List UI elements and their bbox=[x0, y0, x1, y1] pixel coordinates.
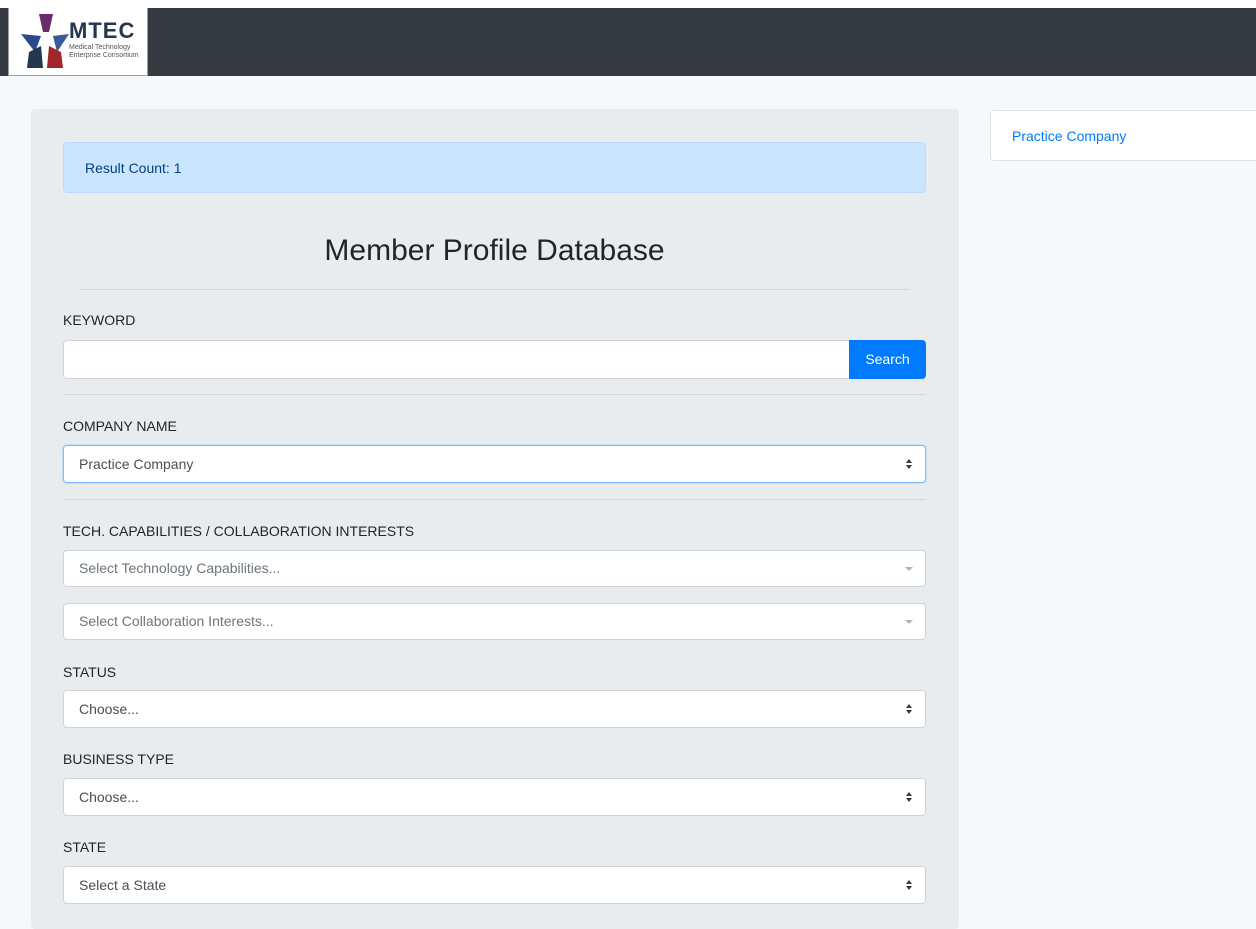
select-arrows-icon bbox=[906, 704, 912, 714]
chevron-down-icon bbox=[905, 566, 913, 571]
brand-title: MTEC bbox=[69, 18, 136, 43]
keyword-label: KEYWORD bbox=[63, 312, 136, 328]
brand-subtitle-line1: Medical Technology bbox=[69, 44, 131, 51]
page-title: Member Profile Database bbox=[324, 234, 665, 267]
select-arrows-icon bbox=[906, 880, 912, 890]
state-label: STATE bbox=[63, 839, 107, 855]
status-value: Choose... bbox=[79, 701, 139, 717]
select-arrows-icon bbox=[906, 792, 912, 802]
collaboration-interests-placeholder: Select Collaboration Interests... bbox=[79, 613, 274, 629]
result-item-link[interactable]: Practice Company bbox=[990, 110, 1256, 161]
top-navbar: MTEC Medical Technology Enterprise Conso… bbox=[0, 0, 1256, 76]
result-count-alert: Result Count: 1 bbox=[63, 142, 926, 193]
company-name-select[interactable]: Practice Company bbox=[63, 445, 926, 483]
brand-subtitle-line2: Enterprise Consortium bbox=[69, 52, 139, 59]
mtec-logo[interactable]: MTEC Medical Technology Enterprise Conso… bbox=[8, 8, 148, 76]
brand-subtitle: Medical Technology Enterprise Consortium bbox=[69, 44, 139, 60]
tech-capabilities-placeholder: Select Technology Capabilities... bbox=[79, 560, 281, 576]
company-name-value: Practice Company bbox=[79, 456, 194, 472]
keyword-input[interactable] bbox=[63, 340, 850, 379]
divider bbox=[63, 499, 926, 500]
state-value: Select a State bbox=[79, 877, 167, 893]
search-button[interactable]: Search bbox=[849, 340, 926, 379]
collaboration-interests-multiselect[interactable]: Select Collaboration Interests... bbox=[63, 603, 926, 640]
company-name-label: COMPANY NAME bbox=[63, 418, 177, 434]
chevron-down-icon bbox=[905, 619, 913, 624]
mtec-star-icon bbox=[21, 14, 69, 68]
tech-capabilities-multiselect[interactable]: Select Technology Capabilities... bbox=[63, 550, 926, 587]
status-select[interactable]: Choose... bbox=[63, 690, 926, 728]
business-type-select[interactable]: Choose... bbox=[63, 778, 926, 816]
business-type-value: Choose... bbox=[79, 789, 139, 805]
business-type-label: BUSINESS TYPE bbox=[63, 751, 175, 767]
state-select[interactable]: Select a State bbox=[63, 866, 926, 904]
status-label: STATUS bbox=[63, 664, 117, 680]
title-divider bbox=[79, 289, 910, 290]
divider bbox=[63, 394, 926, 395]
select-arrows-icon bbox=[906, 459, 912, 469]
search-panel: Result Count: 1 Member Profile Database … bbox=[31, 109, 959, 929]
tech-collab-label: TECH. CAPABILITIES / COLLABORATION INTER… bbox=[63, 523, 415, 539]
